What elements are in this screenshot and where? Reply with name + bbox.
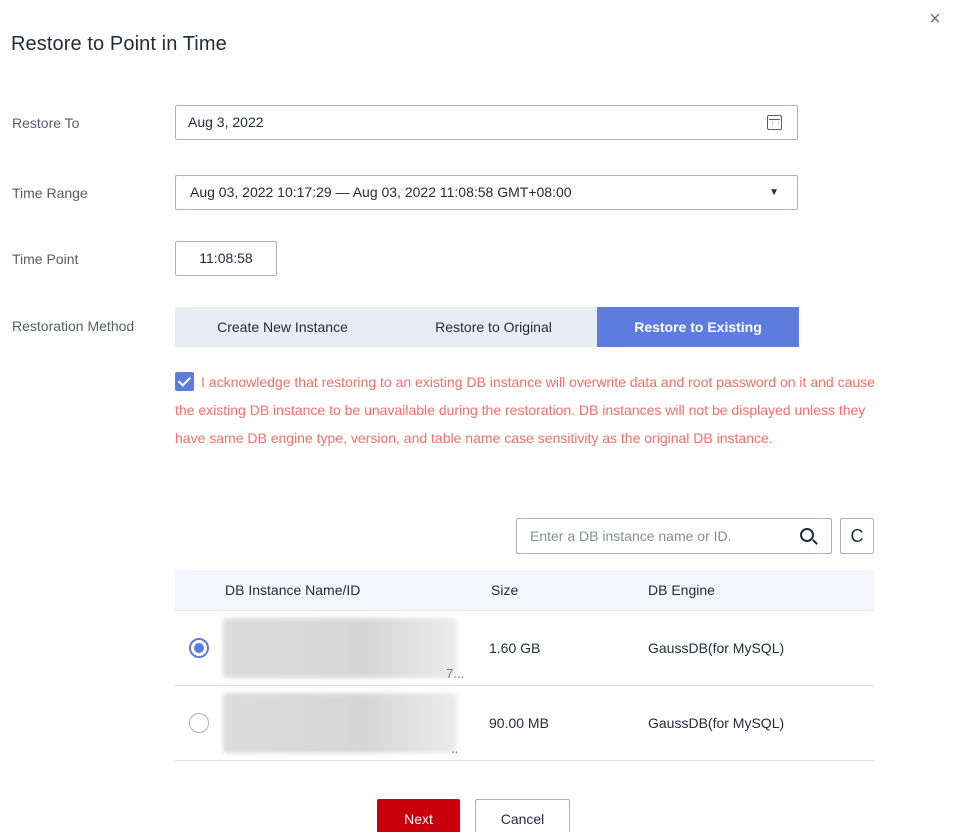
restore-to-label: Restore To [12,115,80,131]
time-point-input[interactable]: 11:08:58 [175,241,277,276]
redacted-instance-name [223,693,457,753]
next-button[interactable]: Next [377,799,460,832]
row-engine: GaussDB(for MySQL) [648,715,785,731]
redacted-instance-name [223,618,457,678]
cancel-button[interactable]: Cancel [475,799,570,832]
time-range-label: Time Range [12,185,88,201]
close-icon[interactable]: × [922,6,948,32]
acknowledge-checkbox[interactable] [175,372,194,391]
header-name: DB Instance Name/ID [225,582,361,598]
time-point-label: Time Point [12,251,79,267]
dialog-title: Restore to Point in Time [11,33,227,55]
row-engine: GaussDB(for MySQL) [648,640,785,656]
restore-to-original-option[interactable]: Restore to Original [390,307,597,347]
header-select-cell [175,570,223,610]
header-engine: DB Engine [648,582,715,598]
instance-search-input[interactable] [517,519,777,553]
search-icon[interactable] [800,528,814,542]
instance-search-box [516,518,832,554]
restoration-method-label: Restoration Method [12,318,135,334]
create-new-instance-option[interactable]: Create New Instance [175,307,390,347]
table-row[interactable]: 90.00 MB GaussDB(for MySQL) .. [175,686,874,761]
table-row[interactable]: 1.60 GB GaussDB(for MySQL) 7... [175,611,874,686]
restore-to-existing-option[interactable]: Restore to Existing [597,307,799,347]
chevron-down-icon: ▼ [769,187,779,198]
restore-to-date-picker[interactable]: Aug 3, 2022 [175,105,798,140]
acknowledge-notice: I acknowledge that restoring to an exist… [175,368,890,452]
header-size: Size [491,582,519,598]
time-range-select[interactable]: Aug 03, 2022 10:17:29 — Aug 03, 2022 11:… [175,175,798,210]
row-name-truncation: 7... [446,666,465,681]
table-header: DB Instance Name/ID Size DB Engine [175,570,874,611]
row-radio-selected[interactable] [189,638,209,658]
refresh-button[interactable]: C [840,518,874,554]
time-range-value: Aug 03, 2022 10:17:29 — Aug 03, 2022 11:… [190,184,572,200]
acknowledge-text: I acknowledge that restoring to an exist… [175,374,875,446]
restore-to-value: Aug 3, 2022 [188,114,264,130]
calendar-icon[interactable] [767,115,782,130]
refresh-icon: C [850,526,864,546]
restoration-method-segmented: Create New Instance Restore to Original … [175,307,799,347]
instance-table: DB Instance Name/ID Size DB Engine 1.60 … [175,570,874,761]
row-name-truncation: .. [451,741,459,756]
row-size: 1.60 GB [489,640,541,656]
row-radio[interactable] [189,713,209,733]
row-size: 90.00 MB [489,715,549,731]
